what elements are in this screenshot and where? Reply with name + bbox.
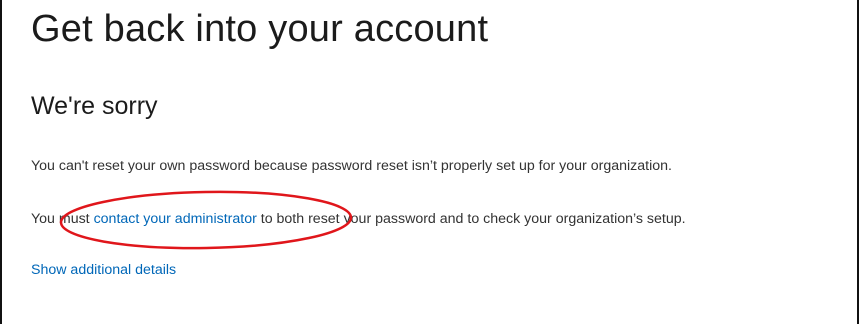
show-additional-details-link[interactable]: Show additional details: [31, 262, 176, 278]
admin-instruction: You must contact your administrator to b…: [31, 211, 686, 227]
error-message: You can't reset your own password becaus…: [31, 158, 672, 174]
instruction-suffix: to both reset your password and to check…: [256, 211, 686, 227]
contact-admin-link[interactable]: contact your administrator: [94, 211, 257, 227]
page-frame: Get back into your account We're sorry Y…: [0, 0, 859, 324]
page-title: Get back into your account: [31, 8, 489, 50]
instruction-prefix: You must: [31, 211, 94, 227]
error-heading: We're sorry: [31, 92, 158, 120]
